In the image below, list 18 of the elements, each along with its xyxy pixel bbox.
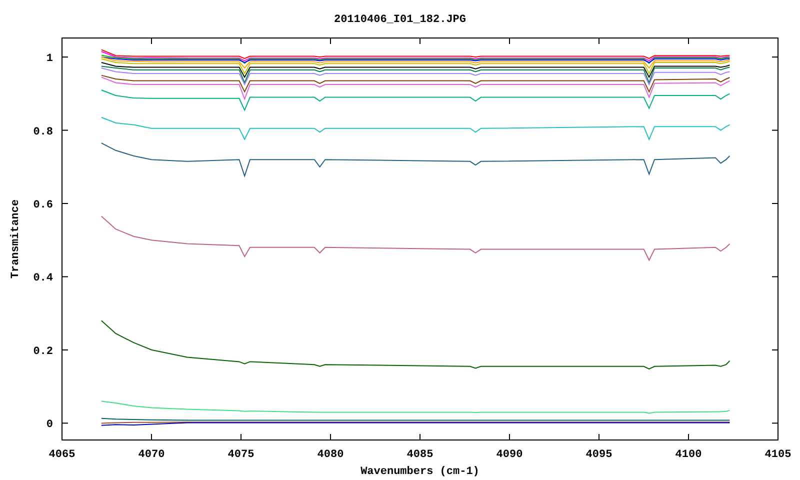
y-tick-label: 0.4 bbox=[33, 272, 53, 285]
x-tick-label: 4085 bbox=[406, 449, 434, 461]
x-tick-label: 4095 bbox=[586, 449, 612, 461]
y-tick-label: 1 bbox=[46, 53, 53, 66]
x-tick-label: 4075 bbox=[228, 449, 254, 461]
chart-title: 20110406_I01_182.JPG bbox=[334, 14, 466, 26]
x-tick-label: 4065 bbox=[48, 449, 76, 461]
x-tick-label: 4070 bbox=[138, 449, 165, 461]
y-tick-label: 0.2 bbox=[33, 346, 53, 358]
y-tick-label: 0.8 bbox=[33, 126, 53, 138]
x-tick-label: 4100 bbox=[675, 449, 702, 461]
x-tick-label: 4105 bbox=[764, 449, 792, 461]
y-tick-label: 0.6 bbox=[33, 199, 53, 212]
y-tick-label: 0 bbox=[46, 419, 53, 432]
x-tick-label: 4080 bbox=[317, 449, 344, 461]
x-tick-label: 4090 bbox=[496, 449, 523, 461]
y-axis-label: Transmitance bbox=[10, 199, 22, 279]
x-axis-label: Wavenumbers (cm-1) bbox=[360, 466, 480, 478]
